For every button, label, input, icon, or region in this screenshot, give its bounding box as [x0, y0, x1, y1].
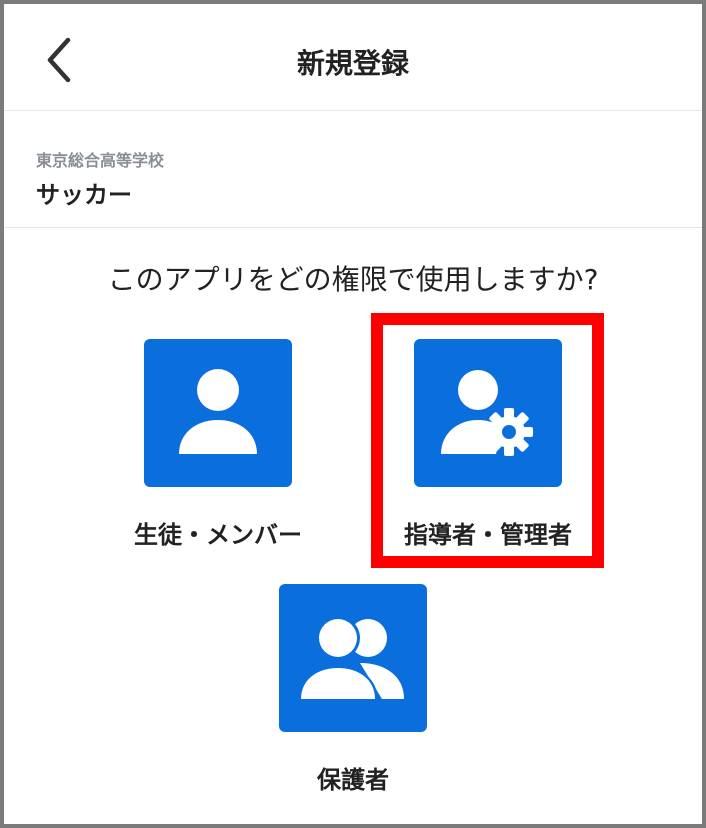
person-icon [179, 369, 257, 454]
page-title: 新規登録 [296, 47, 409, 80]
role-label: 生徒・メンバー [134, 521, 302, 549]
header-bar: 新規登録 [4, 4, 702, 111]
role-coach-admin[interactable]: 指導者・管理者 [358, 339, 618, 550]
people-icon [298, 616, 404, 701]
school-name: 東京総合高等学校 [36, 151, 165, 170]
role-tile [414, 339, 562, 487]
team-name: サッカー [36, 181, 132, 209]
role-guardian[interactable]: 保護者 [223, 584, 483, 795]
role-question: このアプリをどの権限で使用しますか? [107, 263, 599, 296]
role-student-member[interactable]: 生徒・メンバー [88, 339, 348, 550]
role-tile [144, 339, 292, 487]
person-gear-icon [441, 370, 533, 456]
role-label: 指導者・管理者 [404, 521, 572, 549]
school-info: 東京総合高等学校 サッカー [4, 111, 702, 228]
role-tile [279, 584, 427, 732]
role-label: 保護者 [317, 766, 389, 794]
